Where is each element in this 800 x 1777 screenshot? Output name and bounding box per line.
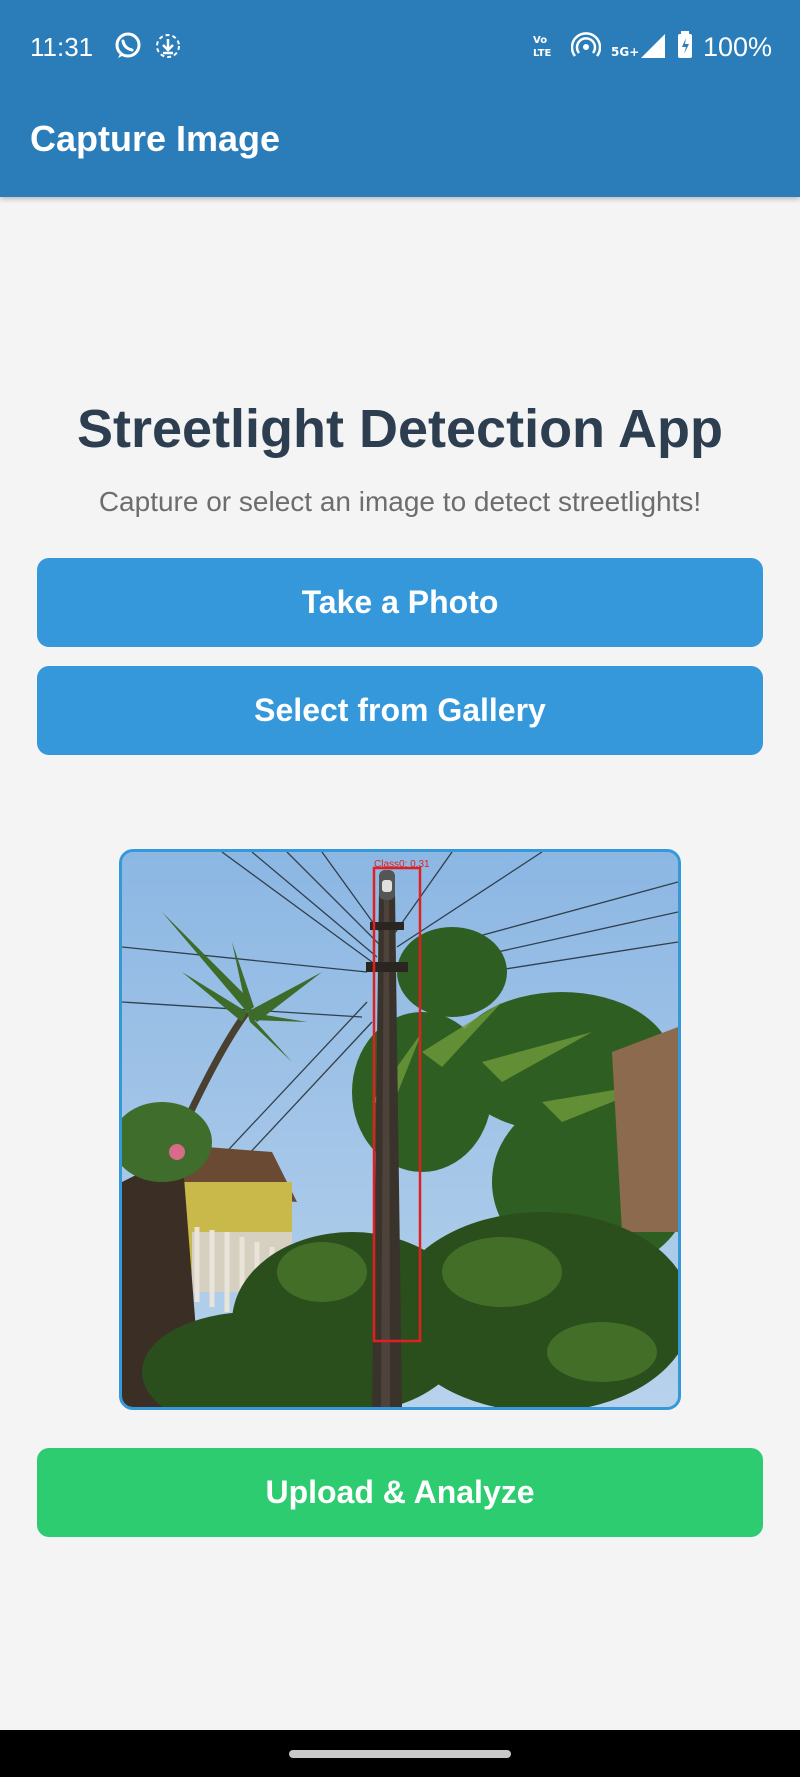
status-time: 11:31 [30,32,94,62]
volte-icon: Vo LTE [531,31,561,64]
battery-percent: 100% [702,31,772,62]
navigation-bar [0,1730,800,1777]
svg-text:LTE: LTE [533,48,552,59]
status-icons: Vo LTE 5G+ 100% [531,30,772,64]
svg-text:5G+: 5G+ [611,45,639,59]
whatsapp-icon [112,30,144,62]
download-icon [152,30,184,62]
streetlight-photo [122,852,678,1407]
page-subtitle: Capture or select an image to detect str… [98,486,702,517]
svg-text:Vo: Vo [533,35,547,46]
hotspot-icon [570,30,602,65]
app-bar: 11:31 Vo LTE 5G+ 100% Capture Image [0,0,800,197]
detection-label: Class0: 0.31 [374,859,430,870]
page-title: Streetlight Detection App [76,399,724,459]
take-photo-button[interactable]: Take a Photo [37,558,763,647]
select-gallery-button[interactable]: Select from Gallery [37,666,763,755]
status-bar: 11:31 Vo LTE 5G+ 100% [0,0,800,95]
5g-signal-icon: 5G+ [611,30,667,65]
upload-analyze-button[interactable]: Upload & Analyze [37,1448,763,1537]
app-bar-title: Capture Image [30,118,281,159]
home-gesture-handle[interactable] [289,1750,511,1758]
battery-icon [677,30,693,64]
image-preview: Class0: 0.31 [119,849,681,1410]
